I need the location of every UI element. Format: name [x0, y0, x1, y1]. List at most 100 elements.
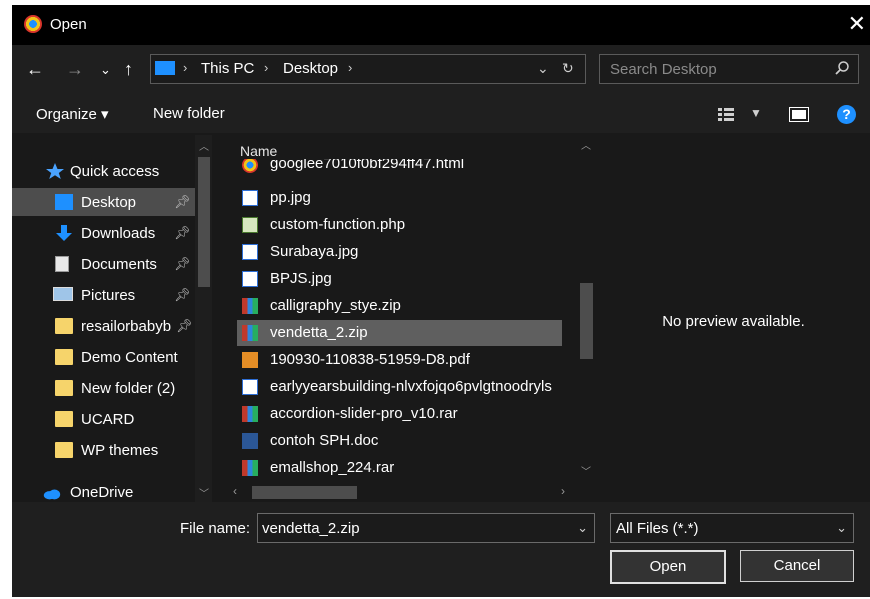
file-name: accordion-slider-pro_v10.rar: [270, 405, 458, 422]
sidebar-item-documents[interactable]: Documents 📌︎: [12, 250, 195, 278]
scroll-down-icon[interactable]: ﹀: [581, 463, 591, 478]
sidebar-item-downloads[interactable]: Downloads 📌︎: [12, 219, 195, 247]
file-row[interactable]: custom-function.php: [237, 212, 562, 238]
search-placeholder: Search Desktop: [610, 61, 717, 78]
window-title: Open: [50, 16, 87, 33]
up-button[interactable]: ↑: [124, 59, 133, 80]
pin-icon: 📌︎: [176, 318, 193, 333]
chevron-down-icon[interactable]: ⌄: [577, 520, 588, 536]
file-name: BPJS.jpg: [270, 270, 332, 287]
file-row[interactable]: Surabaya.jpg: [237, 239, 562, 265]
file-row[interactable]: earlyyearsbuilding-nlvxfojqo6pvlgtnoodry…: [237, 374, 562, 400]
file-row[interactable]: pp.jpg: [237, 185, 562, 211]
sidebar-item-label: Documents: [81, 256, 157, 273]
scroll-up-icon[interactable]: ︿: [199, 138, 209, 153]
sidebar-item-quick-access[interactable]: Quick access: [12, 157, 195, 185]
chevron-right-icon[interactable]: ›: [264, 60, 268, 75]
file-name: 190930-110838-51959-D8.pdf: [270, 351, 470, 368]
archive-icon: [242, 298, 258, 314]
file-name: calligraphy_stye.zip: [270, 297, 401, 314]
sidebar-item-label: Pictures: [81, 287, 136, 304]
file-row[interactable]: 190930-110838-51959-D8.pdf: [237, 347, 562, 373]
address-bar[interactable]: › This PC › Desktop › ⌄ ↻: [150, 54, 586, 84]
refresh-icon[interactable]: ↻: [562, 60, 574, 77]
sidebar-item-label: Demo Content: [81, 349, 178, 366]
close-button[interactable]: ✕: [848, 11, 866, 37]
chevron-right-icon[interactable]: ›: [183, 60, 187, 75]
file-row[interactable]: contoh SPH.doc: [237, 428, 562, 454]
sidebar-item-demo-content[interactable]: Demo Content: [12, 343, 195, 371]
preview-pane-icon[interactable]: [789, 107, 809, 122]
download-icon: [56, 225, 72, 241]
file-name: custom-function.php: [270, 216, 406, 233]
file-type-value: All Files (*.*): [616, 520, 699, 537]
file-row-selected[interactable]: vendetta_2.zip: [237, 320, 562, 346]
file-type-filter[interactable]: All Files (*.*) ⌄: [610, 513, 854, 543]
open-button[interactable]: Open: [610, 550, 726, 584]
folder-icon: [55, 411, 73, 427]
view-dropdown-icon[interactable]: ▼: [750, 106, 762, 120]
sidebar-item-wp-themes[interactable]: WP themes: [12, 436, 195, 464]
chevron-down-icon[interactable]: ⌄: [836, 520, 847, 536]
title-bar: Open ✕: [12, 5, 870, 45]
image-icon: [242, 190, 258, 206]
scrollbar-thumb[interactable]: [580, 283, 593, 359]
php-icon: [242, 217, 258, 233]
scroll-down-icon[interactable]: ﹀: [199, 485, 209, 500]
file-name: pp.jpg: [270, 189, 311, 206]
breadcrumb-desktop[interactable]: Desktop: [283, 60, 338, 77]
archive-icon: [242, 325, 258, 341]
file-name: contoh SPH.doc: [270, 432, 379, 449]
file-list-horizontal-scrollbar[interactable]: ‹ ›: [227, 483, 577, 502]
column-header-name[interactable]: Name: [240, 143, 277, 159]
navigation-scrollbar[interactable]: ︿ ﹀: [195, 135, 212, 502]
breadcrumb-this-pc[interactable]: This PC: [201, 60, 254, 77]
file-name-field[interactable]: vendetta_2.zip ⌄: [257, 513, 595, 543]
file-row[interactable]: emallshop_224.rar: [237, 455, 562, 481]
image-icon: [242, 244, 258, 260]
sidebar-item-pictures[interactable]: Pictures 📌︎: [12, 281, 195, 309]
sidebar-item-ucard[interactable]: UCARD: [12, 405, 195, 433]
file-row[interactable]: googlee7010f0bf294ff47.html: [237, 159, 562, 175]
file-row[interactable]: calligraphy_stye.zip: [237, 293, 562, 319]
search-input[interactable]: Search Desktop: [599, 54, 859, 84]
forward-button[interactable]: →: [66, 59, 84, 80]
pictures-icon: [53, 287, 73, 301]
open-file-dialog: Open ✕ ← → ⌄ ↑ › This PC › Desktop › ⌄ ↻…: [12, 5, 870, 597]
file-list-scrollbar[interactable]: ︿ ﹀: [577, 133, 595, 481]
desktop-icon: [55, 194, 73, 210]
new-folder-button[interactable]: New folder: [153, 105, 225, 122]
file-row[interactable]: BPJS.jpg: [237, 266, 562, 292]
navigation-pane: Quick access Desktop 📌︎ Downloads 📌︎ Doc…: [12, 133, 212, 502]
scroll-right-icon[interactable]: ›: [561, 484, 565, 498]
pin-icon: 📌︎: [174, 194, 191, 209]
sidebar-item-label: UCARD: [81, 411, 135, 428]
cancel-button[interactable]: Cancel: [740, 550, 854, 582]
sidebar-item-label: WP themes: [81, 442, 159, 459]
chevron-right-icon[interactable]: ›: [348, 60, 352, 75]
file-name-label: File name:: [180, 520, 251, 537]
sidebar-item-label: Quick access: [70, 163, 160, 180]
back-button[interactable]: ←: [26, 59, 44, 80]
command-toolbar: Organize ▾ New folder ▼ ?: [12, 95, 870, 133]
file-row[interactable]: accordion-slider-pro_v10.rar: [237, 401, 562, 427]
image-icon: [242, 379, 258, 395]
help-button[interactable]: ?: [837, 105, 856, 124]
chrome-icon: [24, 15, 42, 33]
scrollbar-thumb[interactable]: [252, 486, 357, 499]
view-options-icon[interactable]: [718, 108, 738, 121]
archive-icon: [242, 460, 258, 476]
sidebar-item-desktop[interactable]: Desktop 📌︎: [12, 188, 195, 216]
recent-locations-button[interactable]: ⌄: [100, 62, 111, 78]
search-icon[interactable]: [834, 60, 850, 76]
sidebar-item-new-folder-2[interactable]: New folder (2): [12, 374, 195, 402]
organize-button[interactable]: Organize ▾: [36, 105, 109, 123]
chevron-down-icon[interactable]: ⌄: [537, 60, 549, 77]
navigation-bar: ← → ⌄ ↑ › This PC › Desktop › ⌄ ↻ Search…: [12, 45, 870, 95]
folder-icon: [55, 349, 73, 365]
sidebar-item-resailorbabyb[interactable]: resailorbabyb 📌︎: [12, 312, 195, 340]
scroll-left-icon[interactable]: ‹: [233, 484, 237, 498]
chrome-icon: [242, 159, 258, 173]
scroll-up-icon[interactable]: ︿: [581, 137, 591, 152]
scrollbar-thumb[interactable]: [198, 157, 210, 287]
